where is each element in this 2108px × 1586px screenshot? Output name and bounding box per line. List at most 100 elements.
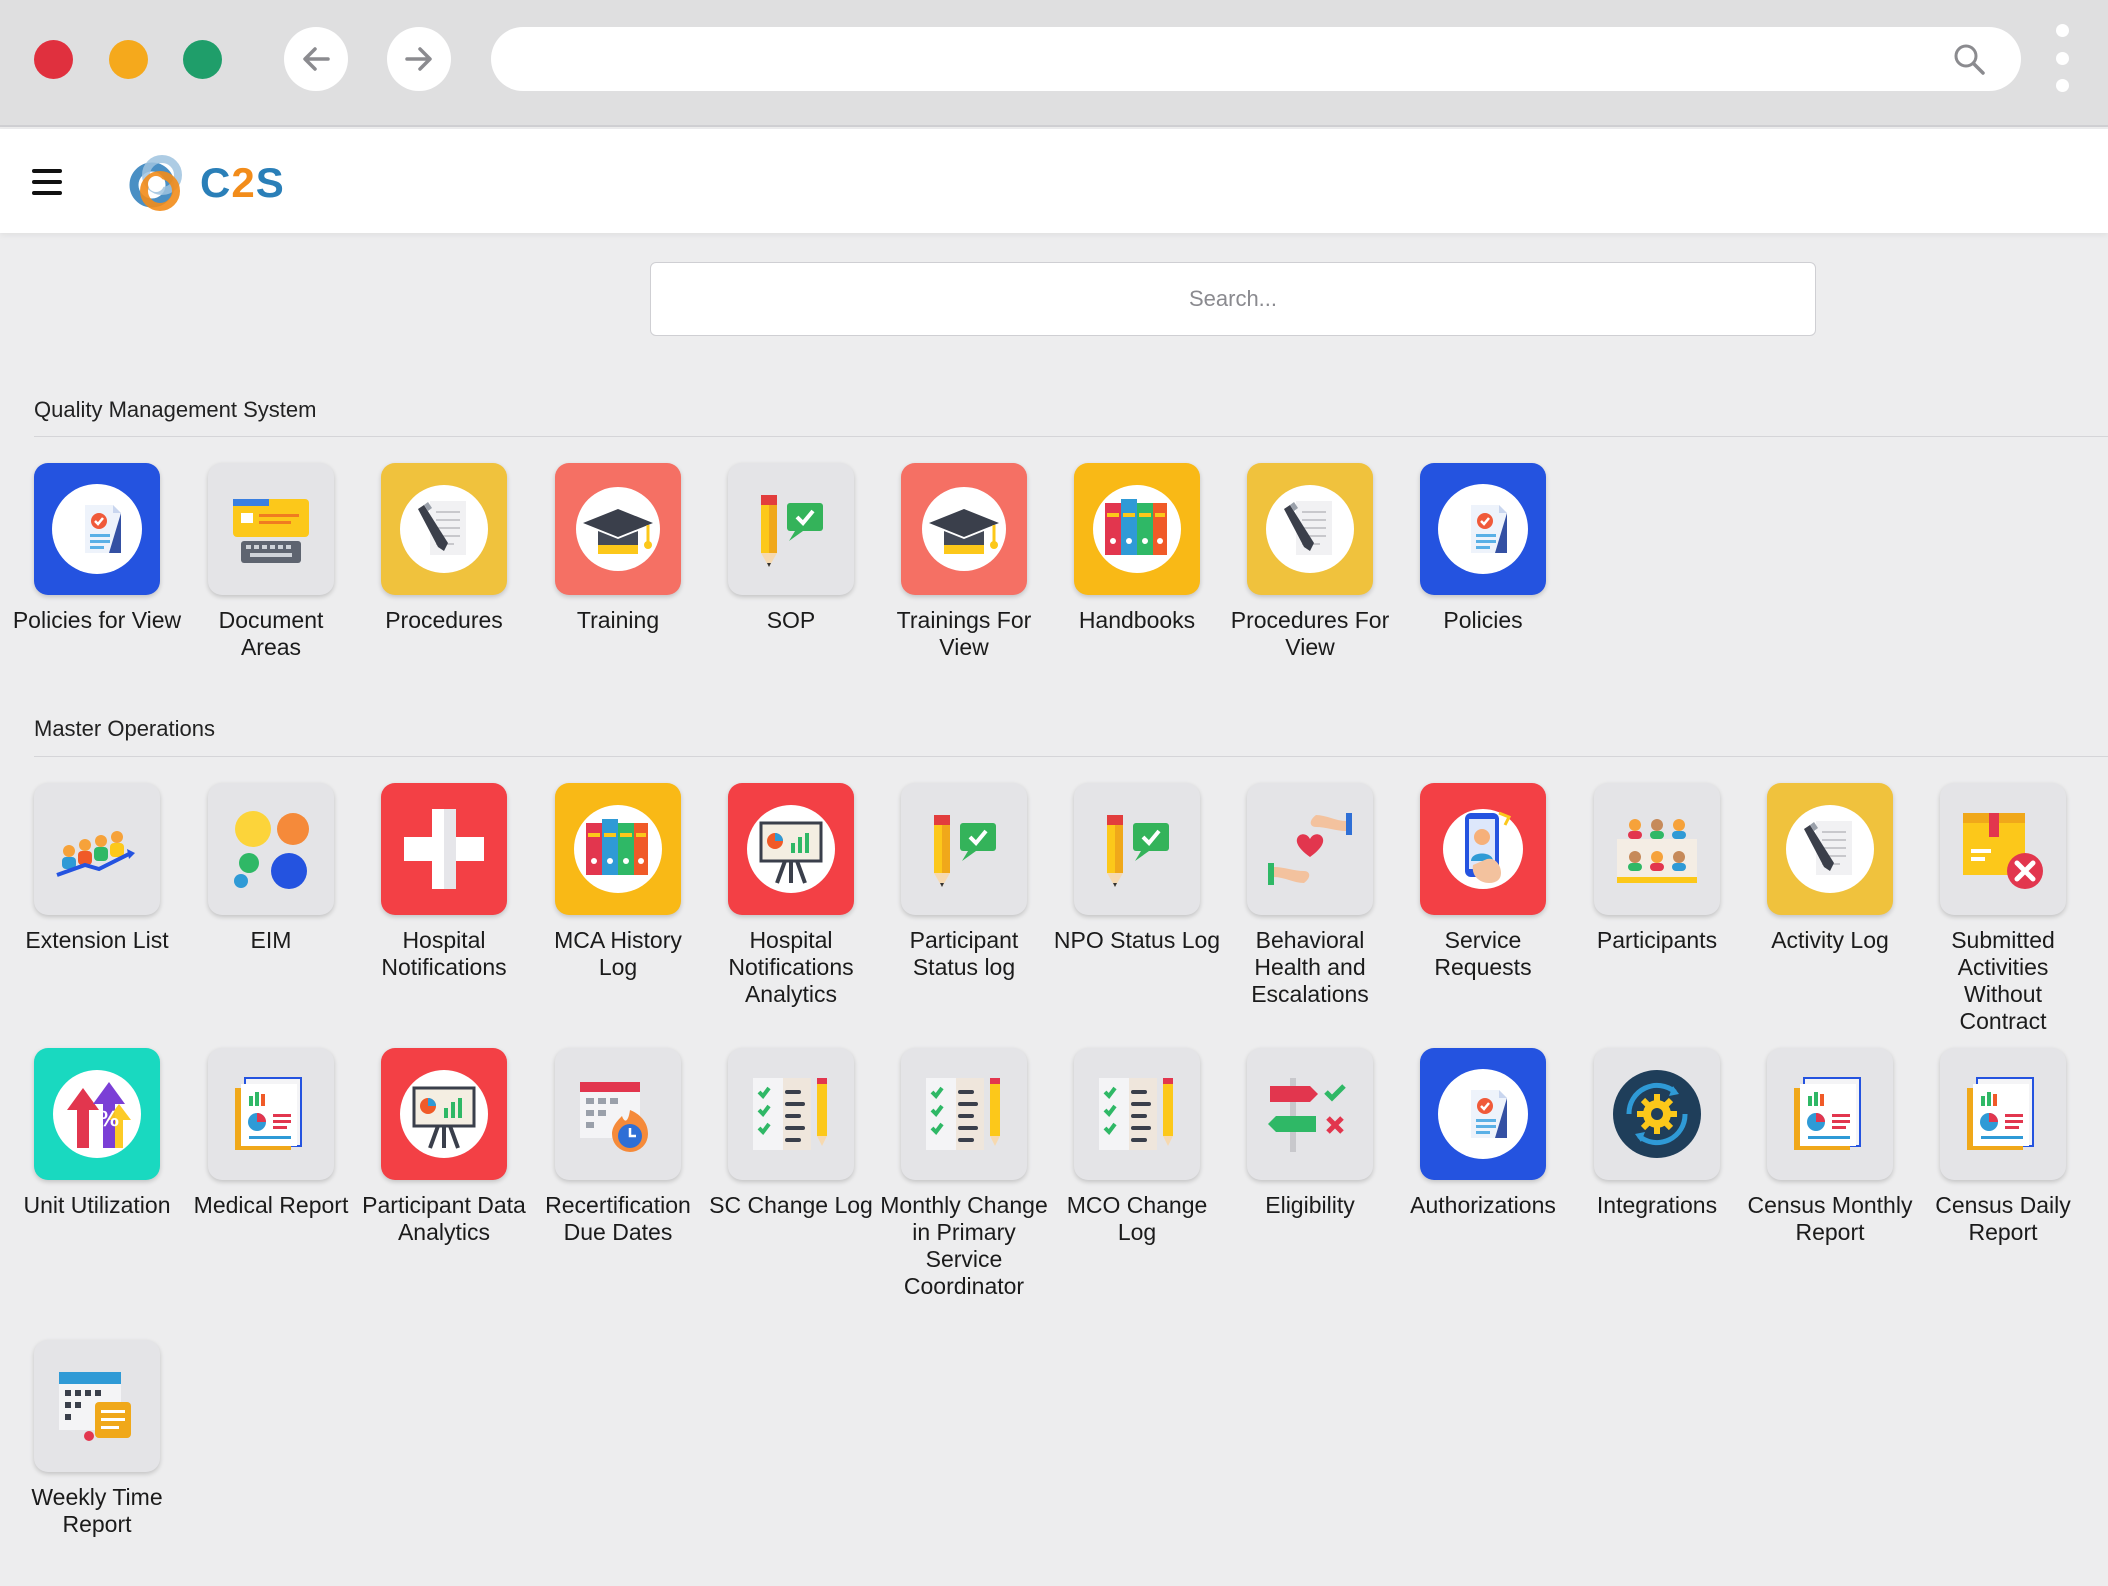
app-tile-label[interactable]: Service Requests bbox=[1396, 927, 1570, 981]
app-tile-label[interactable]: Trainings For View bbox=[877, 607, 1051, 661]
app-tile-label[interactable]: Participant Data Analytics bbox=[357, 1192, 531, 1246]
app-tile-label[interactable]: Recertification Due Dates bbox=[531, 1192, 705, 1246]
checklist-pencil-icon[interactable] bbox=[901, 1048, 1027, 1180]
presentation-board-icon[interactable] bbox=[728, 783, 854, 915]
app-tile-label[interactable]: Participant Status log bbox=[877, 927, 1051, 981]
group-icon[interactable] bbox=[1594, 783, 1720, 915]
app-tile[interactable]: SOP bbox=[704, 463, 878, 634]
policy-document-icon[interactable] bbox=[1420, 463, 1546, 595]
pencil-chat-icon[interactable] bbox=[728, 463, 854, 595]
app-tile[interactable]: Procedures bbox=[357, 463, 531, 634]
phone-support-icon[interactable] bbox=[1420, 783, 1546, 915]
browser-menu-icon[interactable] bbox=[2050, 24, 2074, 94]
app-tile[interactable]: Activity Log bbox=[1743, 783, 1917, 954]
binders-icon[interactable] bbox=[555, 783, 681, 915]
report-charts-icon[interactable] bbox=[1767, 1048, 1893, 1180]
app-tile[interactable]: Trainings For View bbox=[877, 463, 1051, 661]
app-tile-label[interactable]: Authorizations bbox=[1396, 1192, 1570, 1219]
app-tile[interactable]: MCO Change Log bbox=[1050, 1048, 1224, 1246]
app-tile-label[interactable]: MCA History Log bbox=[531, 927, 705, 981]
app-tile-label[interactable]: Eligibility bbox=[1223, 1192, 1397, 1219]
graduation-cap-icon[interactable] bbox=[901, 463, 1027, 595]
app-tile[interactable]: Service Requests bbox=[1396, 783, 1570, 981]
box-cancel-icon[interactable] bbox=[1940, 783, 2066, 915]
app-tile[interactable]: Participant Data Analytics bbox=[357, 1048, 531, 1246]
app-tile[interactable]: % Unit Utilization bbox=[10, 1048, 184, 1219]
pencil-chat-icon[interactable] bbox=[1074, 783, 1200, 915]
app-tile-label[interactable]: Behavioral Health and Escalations bbox=[1223, 927, 1397, 1008]
app-tile-label[interactable]: SOP bbox=[704, 607, 878, 634]
app-tile[interactable]: Authorizations bbox=[1396, 1048, 1570, 1219]
gear-sync-icon[interactable] bbox=[1594, 1048, 1720, 1180]
policy-document-icon[interactable] bbox=[34, 463, 160, 595]
app-tile-label[interactable]: Extension List bbox=[10, 927, 184, 954]
app-tile-label[interactable]: Participants bbox=[1570, 927, 1744, 954]
binders-icon[interactable] bbox=[1074, 463, 1200, 595]
app-tile[interactable]: EIM bbox=[184, 783, 358, 954]
app-tile[interactable]: Policies bbox=[1396, 463, 1570, 634]
app-tile-label[interactable]: Census Daily Report bbox=[1916, 1192, 2090, 1246]
hands-heart-icon[interactable] bbox=[1247, 783, 1373, 915]
checklist-pencil-icon[interactable] bbox=[728, 1048, 854, 1180]
app-tile-label[interactable]: SC Change Log bbox=[704, 1192, 878, 1219]
app-tile[interactable]: Census Monthly Report bbox=[1743, 1048, 1917, 1246]
app-tile[interactable]: Participant Status log bbox=[877, 783, 1051, 981]
app-tile-label[interactable]: Policies for View bbox=[10, 607, 184, 634]
app-tile-label[interactable]: Weekly Time Report bbox=[10, 1484, 184, 1538]
notepad-pen-icon[interactable] bbox=[1767, 783, 1893, 915]
app-tile-label[interactable]: Hospital Notifications bbox=[357, 927, 531, 981]
app-tile[interactable]: Recertification Due Dates bbox=[531, 1048, 705, 1246]
app-tile[interactable]: Eligibility bbox=[1223, 1048, 1397, 1219]
app-tile-label[interactable]: Monthly Change in Primary Service Coordi… bbox=[877, 1192, 1051, 1300]
app-tile-label[interactable]: Activity Log bbox=[1743, 927, 1917, 954]
percentage-arrows-icon[interactable]: % bbox=[34, 1048, 160, 1180]
pencil-chat-icon[interactable] bbox=[901, 783, 1027, 915]
checklist-pencil-icon[interactable] bbox=[1074, 1048, 1200, 1180]
notepad-pen-icon[interactable] bbox=[381, 463, 507, 595]
search-input[interactable] bbox=[651, 263, 1815, 335]
medical-cross-icon[interactable] bbox=[381, 783, 507, 915]
app-tile[interactable]: Policies for View bbox=[10, 463, 184, 634]
app-tile[interactable]: Document Areas bbox=[184, 463, 358, 661]
app-tile[interactable]: Behavioral Health and Escalations bbox=[1223, 783, 1397, 1008]
app-tile[interactable]: Monthly Change in Primary Service Coordi… bbox=[877, 1048, 1051, 1300]
app-tile[interactable]: Extension List bbox=[10, 783, 184, 954]
app-tile[interactable]: MCA History Log bbox=[531, 783, 705, 981]
address-input[interactable] bbox=[521, 27, 1921, 91]
people-growth-icon[interactable] bbox=[34, 783, 160, 915]
app-tile-label[interactable]: Document Areas bbox=[184, 607, 358, 661]
app-tile[interactable]: Medical Report bbox=[184, 1048, 358, 1219]
window-minimize-dot[interactable] bbox=[109, 40, 148, 79]
app-tile-label[interactable]: Submitted Activities Without Contract bbox=[1916, 927, 2090, 1035]
app-tile-label[interactable]: Procedures For View bbox=[1223, 607, 1397, 661]
app-tile-label[interactable]: Unit Utilization bbox=[10, 1192, 184, 1219]
app-tile[interactable]: Census Daily Report bbox=[1916, 1048, 2090, 1246]
colored-circles-icon[interactable] bbox=[208, 783, 334, 915]
app-tile[interactable]: Procedures For View bbox=[1223, 463, 1397, 661]
app-tile-label[interactable]: EIM bbox=[184, 927, 358, 954]
policy-document-icon[interactable] bbox=[1420, 1048, 1546, 1180]
app-tile-label[interactable]: Procedures bbox=[357, 607, 531, 634]
window-close-dot[interactable] bbox=[34, 40, 73, 79]
app-tile[interactable]: Integrations bbox=[1570, 1048, 1744, 1219]
graduation-cap-icon[interactable] bbox=[555, 463, 681, 595]
notepad-pen-icon[interactable] bbox=[1247, 463, 1373, 595]
app-tile[interactable]: NPO Status Log bbox=[1050, 783, 1224, 954]
document-keyboard-icon[interactable] bbox=[208, 463, 334, 595]
app-tile[interactable]: Hospital Notifications bbox=[357, 783, 531, 981]
calendar-clock-icon[interactable] bbox=[555, 1048, 681, 1180]
app-search-box[interactable] bbox=[650, 262, 1816, 336]
c2s-logo[interactable]: C2S bbox=[126, 151, 285, 215]
back-button[interactable] bbox=[284, 27, 348, 91]
app-tile-label[interactable]: Handbooks bbox=[1050, 607, 1224, 634]
app-tile-label[interactable]: Integrations bbox=[1570, 1192, 1744, 1219]
app-tile[interactable]: Hospital Notifications Analytics bbox=[704, 783, 878, 1008]
app-tile-label[interactable]: MCO Change Log bbox=[1050, 1192, 1224, 1246]
app-tile[interactable]: SC Change Log bbox=[704, 1048, 878, 1219]
app-tile[interactable]: Participants bbox=[1570, 783, 1744, 954]
app-tile-label[interactable]: Hospital Notifications Analytics bbox=[704, 927, 878, 1008]
signpost-check-icon[interactable] bbox=[1247, 1048, 1373, 1180]
app-tile[interactable]: Weekly Time Report bbox=[10, 1340, 184, 1538]
hamburger-menu-icon[interactable] bbox=[32, 169, 62, 195]
window-maximize-dot[interactable] bbox=[183, 40, 222, 79]
